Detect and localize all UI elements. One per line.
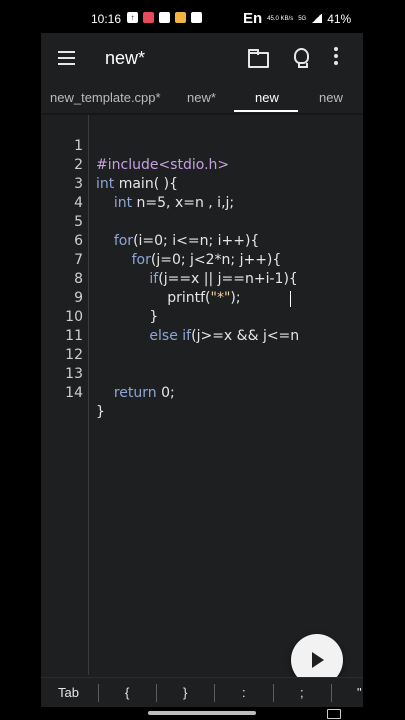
code-line: 4 [41, 175, 363, 211]
tab-new-active[interactable]: new [255, 90, 279, 105]
code-line: 7 if(j==x || j==n+i-1){ [41, 232, 363, 287]
code-line: 11 [41, 308, 363, 344]
editor-app: new* new_template.cpp* new* new new 1 #i… [41, 33, 363, 720]
active-tab-indicator [234, 110, 298, 112]
file-tabs: new_template.cpp* new* new new [41, 85, 363, 113]
home-gesture-bar[interactable] [148, 711, 256, 715]
symbol-separator [273, 684, 274, 702]
play-icon [312, 652, 324, 668]
symbol-key-tab[interactable]: Tab [58, 685, 79, 700]
line-number: 14 [65, 385, 83, 401]
keyboard-icon[interactable] [327, 709, 341, 719]
app-notification-icon [191, 12, 202, 23]
symbol-separator [98, 684, 99, 702]
tab-new[interactable]: new [319, 90, 343, 105]
tab-new-template[interactable]: new_template.cpp* [50, 90, 161, 105]
symbol-key-close-brace[interactable]: } [183, 685, 187, 700]
symbol-separator [331, 684, 332, 702]
toolbar: new* [41, 33, 363, 85]
gallery-icon [159, 12, 170, 23]
battery-level: 41% [327, 11, 352, 26]
code-line: 10 else if(j>=x && j<=n [41, 289, 363, 344]
system-nav-bar [0, 707, 405, 720]
language-indicator: En [243, 10, 263, 27]
code-line: 1 #include<stdio.h> [41, 118, 363, 173]
code-text: return 0; [113, 385, 175, 401]
status-bar: 10:16 ↑ En 45.0 KB/s 5G 41% [0, 0, 405, 36]
symbol-separator [156, 684, 157, 702]
code-line: 14 } [41, 365, 363, 420]
upload-icon: ↑ [127, 12, 138, 23]
code-line: 6 for(j=0; j<2*n; j++){ [41, 213, 363, 268]
symbol-key-quote[interactable]: " [357, 685, 362, 700]
network-type: 5G [298, 15, 307, 22]
symbol-separator [214, 684, 215, 702]
symbol-bar: Tab { } : ; " [41, 677, 363, 708]
symbol-key-semicolon[interactable]: ; [300, 685, 304, 700]
net-speed: 45.0 KB/s [267, 15, 294, 22]
file-title: new* [105, 48, 146, 68]
code-line: 3 int n=5, x=n , i,j; [41, 156, 363, 211]
more-vertical-icon[interactable] [331, 47, 341, 69]
folder-icon[interactable] [246, 47, 269, 69]
notification-icons: ↑ [127, 12, 202, 23]
signal-icon [311, 14, 323, 23]
tab-new-modified[interactable]: new* [187, 90, 216, 105]
code-line: 9 } [41, 270, 363, 325]
status-time: 10:16 [91, 12, 122, 26]
code-editor[interactable]: 1 #include<stdio.h> 2 int main( ){ 3 int… [41, 115, 363, 675]
app-notification-icon [143, 12, 154, 23]
code-line: 13 return 0; [41, 346, 363, 401]
hamburger-icon[interactable] [58, 51, 75, 65]
code-line: 2 int main( ){ [41, 137, 363, 192]
lightbulb-icon[interactable] [290, 47, 312, 69]
code-line: 8 printf("*"); [41, 251, 363, 306]
code-text: } [96, 404, 105, 420]
symbol-key-colon[interactable]: : [242, 685, 246, 700]
text-cursor [290, 291, 291, 307]
app-notification-icon [175, 12, 186, 23]
code-line: 12 [41, 327, 363, 363]
symbol-key-open-brace[interactable]: { [125, 685, 129, 700]
code-line: 5 for(i=0; i<=n; i++){ [41, 194, 363, 249]
status-right: En 45.0 KB/s 5G 41% [243, 10, 351, 27]
